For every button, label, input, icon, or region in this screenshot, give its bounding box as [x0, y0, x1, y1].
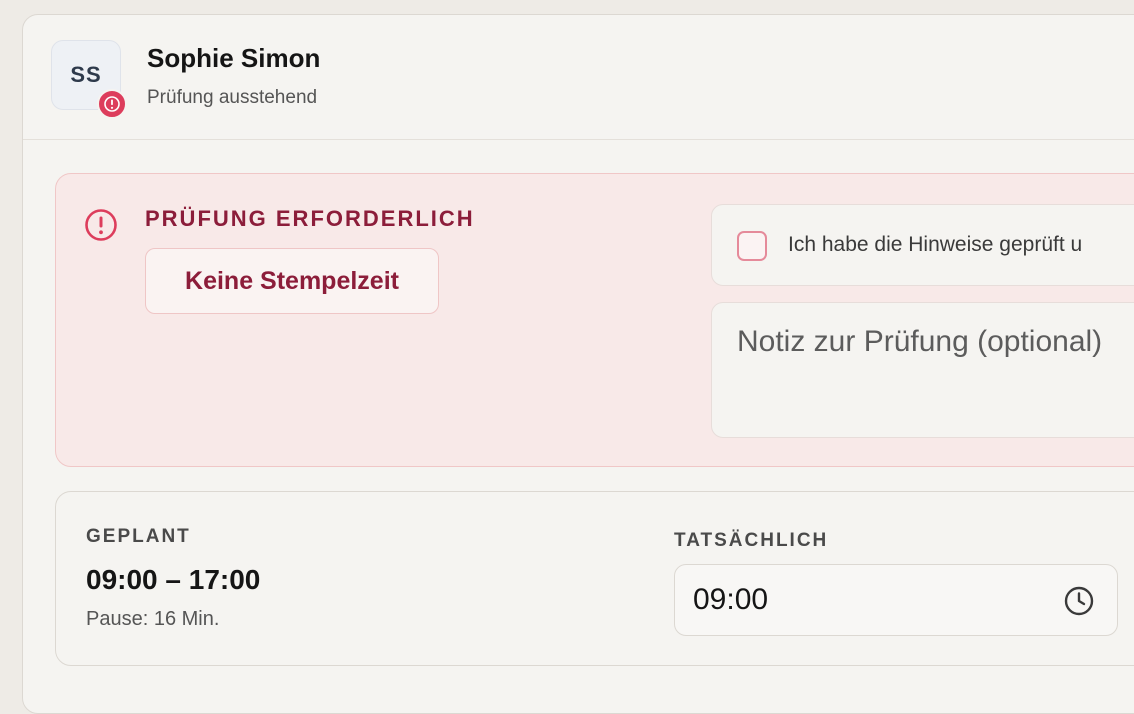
- employee-header: SS Sophie Simon Prüfung ausstehend: [23, 15, 1134, 140]
- alert-title: PRÜFUNG ERFORDERLICH: [145, 206, 475, 231]
- actual-time-field: [674, 564, 1118, 636]
- exclamation-icon: [97, 89, 127, 119]
- time-panel: GEPLANT 09:00 – 17:00 Pause: 16 Min. TAT…: [55, 491, 1134, 666]
- actual-time-input[interactable]: [675, 565, 1053, 635]
- issue-chip: Keine Stempelzeit: [145, 248, 439, 314]
- confirm-label: Ich habe die Hinweise geprüft u: [788, 233, 1083, 256]
- employee-name: Sophie Simon: [147, 43, 321, 73]
- review-note-input[interactable]: [711, 302, 1134, 438]
- avatar-initials: SS: [70, 62, 102, 87]
- employee-status: Prüfung ausstehend: [147, 87, 318, 108]
- pause-duration: Pause: 16 Min.: [86, 608, 220, 630]
- planned-label: GEPLANT: [86, 526, 191, 547]
- confirm-review-row[interactable]: Ich habe die Hinweise geprüft u: [711, 204, 1134, 286]
- review-alert: PRÜFUNG ERFORDERLICH Keine Stempelzeit I…: [55, 173, 1134, 467]
- planned-time: 09:00 – 17:00: [86, 564, 261, 595]
- review-card: SS Sophie Simon Prüfung ausstehend PRÜFU…: [22, 14, 1134, 714]
- clock-icon[interactable]: [1063, 585, 1095, 622]
- exclamation-circle-icon: [84, 208, 118, 247]
- confirm-checkbox[interactable]: [737, 231, 767, 261]
- actual-label: TATSÄCHLICH: [674, 530, 829, 551]
